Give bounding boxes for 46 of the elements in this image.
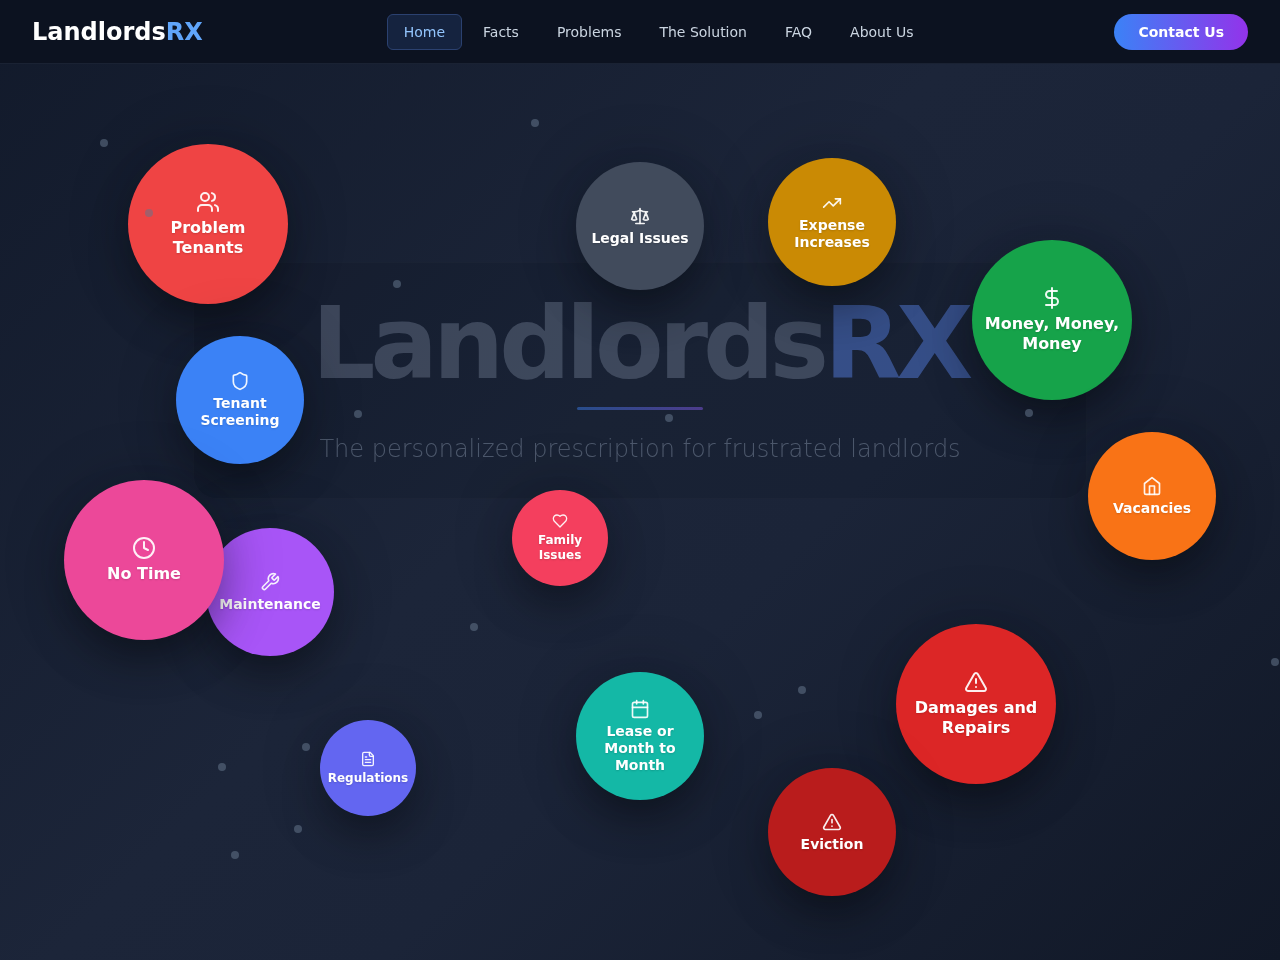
- problem-bubble[interactable]: Family Issues: [512, 490, 608, 586]
- wrench-icon: [260, 571, 280, 592]
- nav-link[interactable]: The Solution: [642, 13, 764, 50]
- warning-triangle-icon: [964, 670, 988, 694]
- problem-bubble[interactable]: Damages and Repairs: [896, 624, 1056, 784]
- nav-link[interactable]: Problems: [539, 13, 639, 50]
- calendar-icon: [630, 698, 650, 719]
- problem-bubble[interactable]: Money, Money, Money: [972, 240, 1132, 400]
- dot-icon: [302, 743, 310, 751]
- dot-icon: [665, 414, 673, 422]
- dot-icon: [145, 209, 153, 217]
- dot-icon: [470, 623, 478, 631]
- contact-button[interactable]: Contact Us: [1114, 13, 1248, 50]
- problem-bubble[interactable]: Tenant Screening: [176, 336, 304, 464]
- problem-bubble[interactable]: Regulations: [320, 720, 416, 816]
- nav-link[interactable]: About Us: [833, 13, 931, 50]
- problem-bubble[interactable]: Maintenance: [206, 528, 334, 656]
- brand-logo[interactable]: LandlordsRX: [32, 17, 203, 46]
- problem-bubble[interactable]: Vacancies: [1088, 432, 1216, 560]
- problem-bubble[interactable]: Lease or Month to Month: [576, 672, 704, 800]
- dot-icon: [754, 711, 762, 719]
- dot-icon: [231, 851, 239, 859]
- balance-scale-icon: [630, 205, 650, 226]
- dot-icon: [1271, 658, 1279, 666]
- shield-icon: [230, 371, 250, 391]
- nav-link[interactable]: Facts: [466, 13, 536, 50]
- problem-bubble[interactable]: Legal Issues: [576, 162, 704, 290]
- heart-icon: [552, 513, 568, 529]
- clock-icon: [132, 536, 156, 560]
- users-icon: [196, 190, 220, 214]
- dot-icon: [100, 139, 108, 147]
- dot-icon: [354, 410, 362, 418]
- warning-triangle-icon: [822, 811, 842, 832]
- dot-icon: [218, 763, 226, 771]
- problem-bubble[interactable]: Expense Increases: [768, 158, 896, 286]
- dot-icon: [393, 280, 401, 288]
- dot-icon: [1025, 409, 1033, 417]
- dot-icon: [294, 825, 302, 833]
- house-icon: [1142, 475, 1162, 496]
- dot-icon: [798, 686, 806, 694]
- problem-bubble[interactable]: Eviction: [768, 768, 896, 896]
- nav-link[interactable]: FAQ: [767, 13, 830, 50]
- problem-bubble[interactable]: Problem Tenants: [128, 144, 288, 304]
- document-icon: [360, 750, 376, 767]
- nav-link[interactable]: Home: [386, 13, 463, 50]
- dot-icon: [531, 119, 539, 127]
